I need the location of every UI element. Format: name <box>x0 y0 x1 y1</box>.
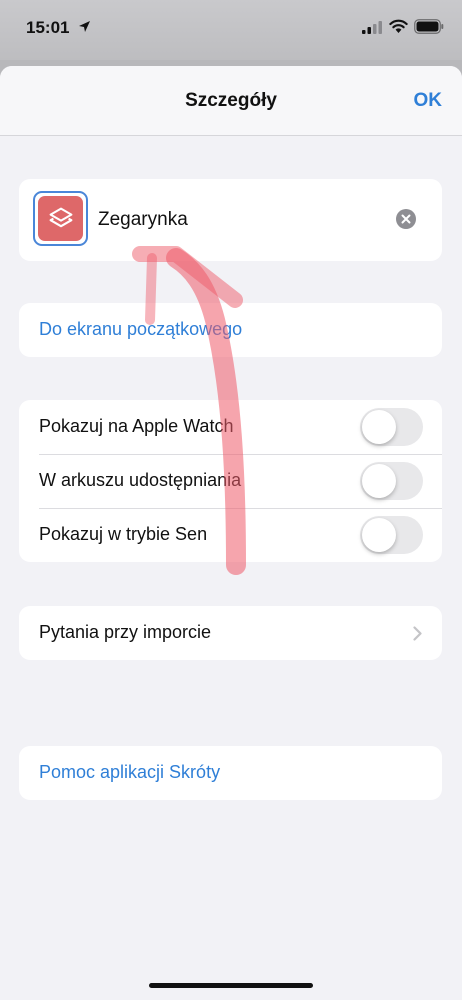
toggle-row-sleep-mode: Pokazuj w trybie Sen <box>19 508 442 562</box>
toggle-label: W arkuszu udostępniania <box>39 470 242 490</box>
battery-icon <box>414 19 444 34</box>
nav-bar: Szczegóły OK <box>0 66 462 136</box>
shortcuts-app-icon <box>38 196 83 241</box>
location-arrow-icon <box>79 21 90 32</box>
toggle-row-apple-watch: Pokazuj na Apple Watch <box>19 400 442 454</box>
status-time: 15:01 <box>26 18 70 37</box>
sleep-mode-toggle[interactable] <box>360 516 423 554</box>
shortcuts-help-link[interactable]: Pomoc aplikacji Skróty <box>39 762 220 783</box>
chevron-right-icon <box>413 626 422 641</box>
shortcut-name-field[interactable]: Zegarynka <box>98 209 188 231</box>
toggle-row-share-sheet: W arkuszu udostępniania <box>19 454 442 508</box>
status-bar: 15:01 <box>0 0 462 60</box>
add-to-home-screen-card[interactable]: Do ekranu początkowego <box>19 303 442 357</box>
toggle-label: Pokazuj w trybie Sen <box>39 524 208 544</box>
import-questions-label: Pytania przy imporcie <box>39 622 212 642</box>
apple-watch-toggle[interactable] <box>360 408 423 446</box>
details-sheet: Szczegóły OK Zegarynka Do ekranu początk… <box>0 66 462 1000</box>
toggles-card: Pokazuj na Apple Watch W arkuszu udostęp… <box>19 400 442 562</box>
wifi-icon <box>389 19 408 33</box>
share-sheet-toggle[interactable] <box>360 462 423 500</box>
cellular-signal-icon <box>362 21 382 34</box>
shortcut-icon-button[interactable] <box>33 191 88 246</box>
home-indicator <box>149 983 313 988</box>
import-questions-row[interactable]: Pytania przy imporcie <box>19 606 442 660</box>
clear-text-icon[interactable] <box>396 209 416 229</box>
toggle-label: Pokazuj na Apple Watch <box>39 416 234 436</box>
add-to-home-screen-link[interactable]: Do ekranu początkowego <box>39 319 242 340</box>
page-title: Szczegóły <box>185 90 277 111</box>
shortcut-name-card: Zegarynka <box>19 179 442 261</box>
ok-button[interactable]: OK <box>414 90 443 112</box>
help-card[interactable]: Pomoc aplikacji Skróty <box>19 746 442 800</box>
